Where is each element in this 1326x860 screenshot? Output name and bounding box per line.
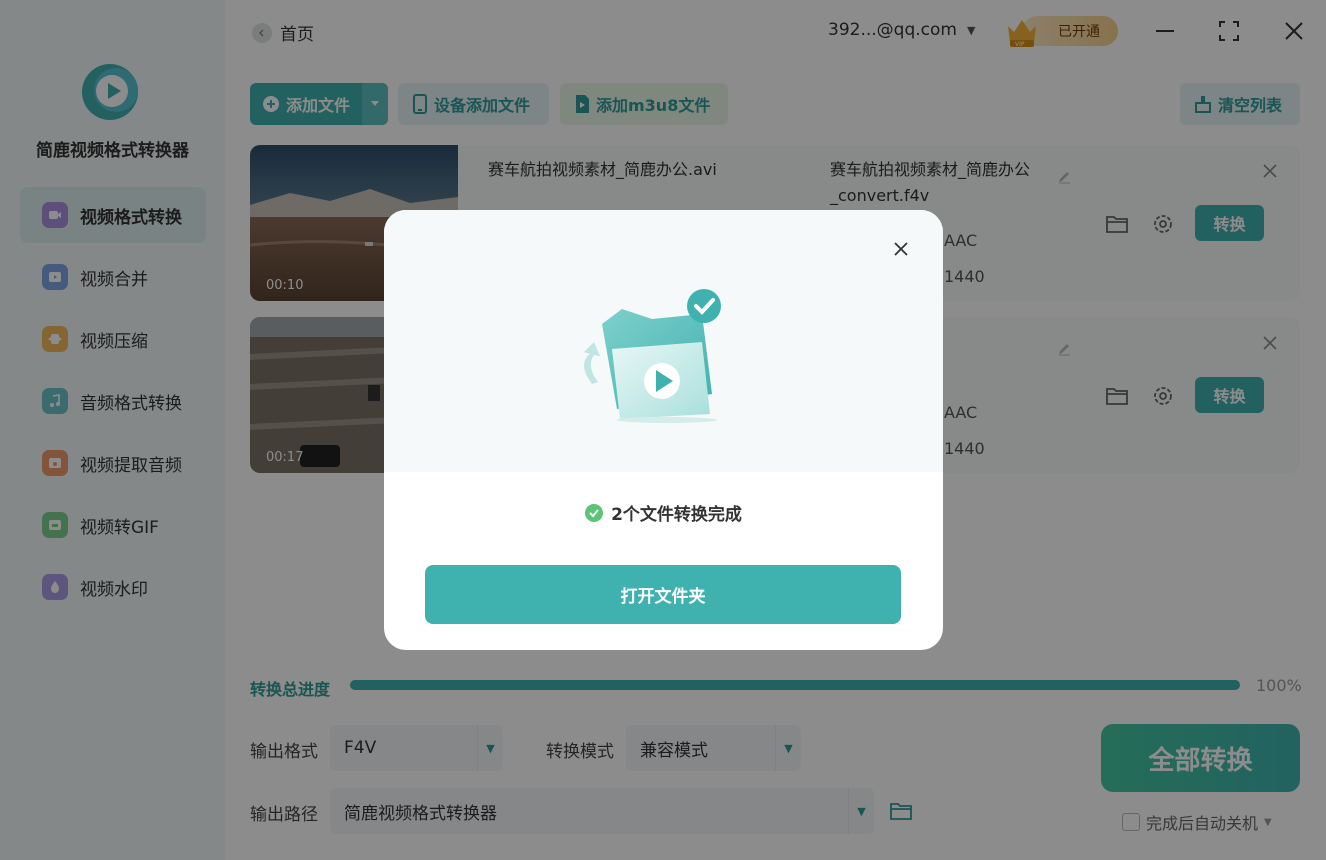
close-icon[interactable] — [890, 238, 912, 260]
check-circle-icon — [585, 503, 604, 522]
conversion-complete-dialog: 2个文件转换完成 打开文件夹 — [384, 210, 943, 650]
dialog-hero — [384, 210, 943, 472]
folder-success-illustration — [583, 289, 721, 423]
open-folder-button[interactable]: 打开文件夹 — [425, 565, 901, 624]
status-text: 2个文件转换完成 — [611, 505, 742, 525]
conversion-status: 2个文件转换完成 — [384, 500, 943, 525]
